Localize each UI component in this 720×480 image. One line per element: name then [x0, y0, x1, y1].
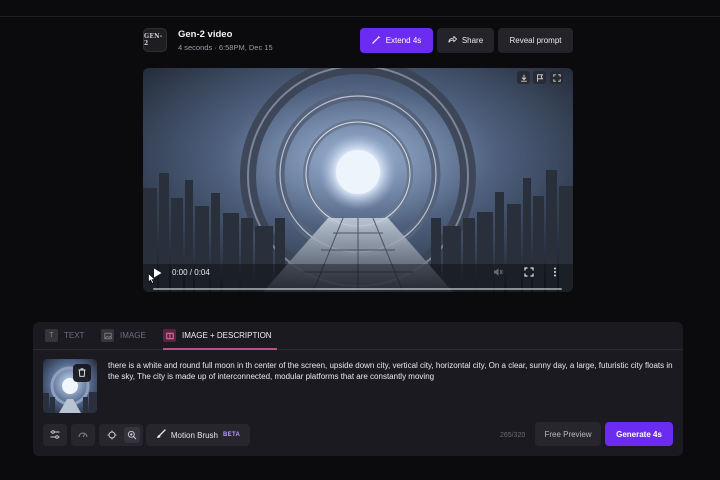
free-preview-button[interactable]: Free Preview	[535, 422, 601, 446]
mouse-cursor-icon	[148, 273, 156, 284]
mode-tabs: T TEXT IMAGE IMAGE + DESCRIPTION	[33, 322, 683, 350]
camera-move-icon[interactable]	[103, 426, 121, 444]
beta-badge: BETA	[223, 432, 241, 438]
video-player[interactable]: 0:00 / 0:04	[143, 68, 573, 292]
top-divider	[0, 16, 720, 17]
share-label: Share	[461, 36, 484, 45]
share-icon	[448, 35, 457, 46]
tab-image-description[interactable]: IMAGE + DESCRIPTION	[163, 329, 272, 342]
video-frame	[143, 68, 573, 292]
flag-icon[interactable]	[533, 71, 546, 84]
character-count: 265/320	[500, 432, 526, 439]
text-icon: T	[45, 329, 58, 342]
expand-icon[interactable]	[550, 71, 563, 84]
fullscreen-icon[interactable]	[524, 267, 534, 279]
reveal-prompt-button[interactable]: Reveal prompt	[498, 28, 573, 53]
gen2-logo: GEN-2	[143, 28, 167, 52]
video-header: GEN-2 Gen-2 video 4 seconds · 6:58PM, De…	[143, 28, 573, 54]
motion-brush-label: Motion Brush	[170, 430, 219, 440]
settings-button[interactable]	[43, 424, 67, 446]
video-controls: 0:00 / 0:04	[143, 264, 573, 292]
share-button[interactable]: Share	[437, 28, 494, 53]
zoom-in-icon[interactable]	[123, 427, 140, 443]
motion-brush-button[interactable]: Motion Brush BETA	[146, 424, 250, 446]
tab-text-label: TEXT	[64, 331, 85, 340]
tab-image-label: IMAGE	[120, 331, 146, 340]
video-subtitle: 4 seconds · 6:58PM, Dec 15	[178, 43, 273, 52]
brush-icon	[156, 429, 166, 441]
camera-controls-group	[99, 424, 143, 446]
delete-image-button[interactable]	[73, 364, 91, 382]
gauge-icon	[78, 430, 88, 440]
video-time: 0:00 / 0:04	[172, 268, 210, 277]
generate-button[interactable]: Generate 4s	[605, 422, 673, 446]
active-tab-indicator	[163, 348, 277, 350]
motion-speed-button[interactable]	[71, 424, 95, 446]
download-icon[interactable]	[517, 71, 530, 84]
reveal-prompt-label: Reveal prompt	[509, 36, 562, 45]
progress-track[interactable]	[153, 288, 562, 290]
tab-image[interactable]: IMAGE	[101, 329, 146, 342]
image-icon	[101, 329, 114, 342]
trash-icon	[78, 367, 86, 379]
video-title: Gen-2 video	[178, 29, 233, 40]
magic-wand-icon	[372, 35, 381, 46]
input-image-thumbnail[interactable]	[43, 359, 97, 413]
sliders-icon	[50, 429, 60, 441]
image-description-icon	[163, 329, 176, 342]
more-icon[interactable]	[553, 267, 557, 279]
tab-text[interactable]: T TEXT	[45, 329, 84, 342]
extend-label: Extend 4s	[385, 36, 422, 45]
tab-image-description-label: IMAGE + DESCRIPTION	[182, 331, 272, 340]
prompt-textarea[interactable]: there is a white and round full moon in …	[108, 360, 674, 382]
mute-icon[interactable]	[493, 267, 503, 279]
extend-button[interactable]: Extend 4s	[360, 28, 433, 53]
generation-panel: T TEXT IMAGE IMAGE + DESCRIPTION there i…	[33, 322, 683, 456]
